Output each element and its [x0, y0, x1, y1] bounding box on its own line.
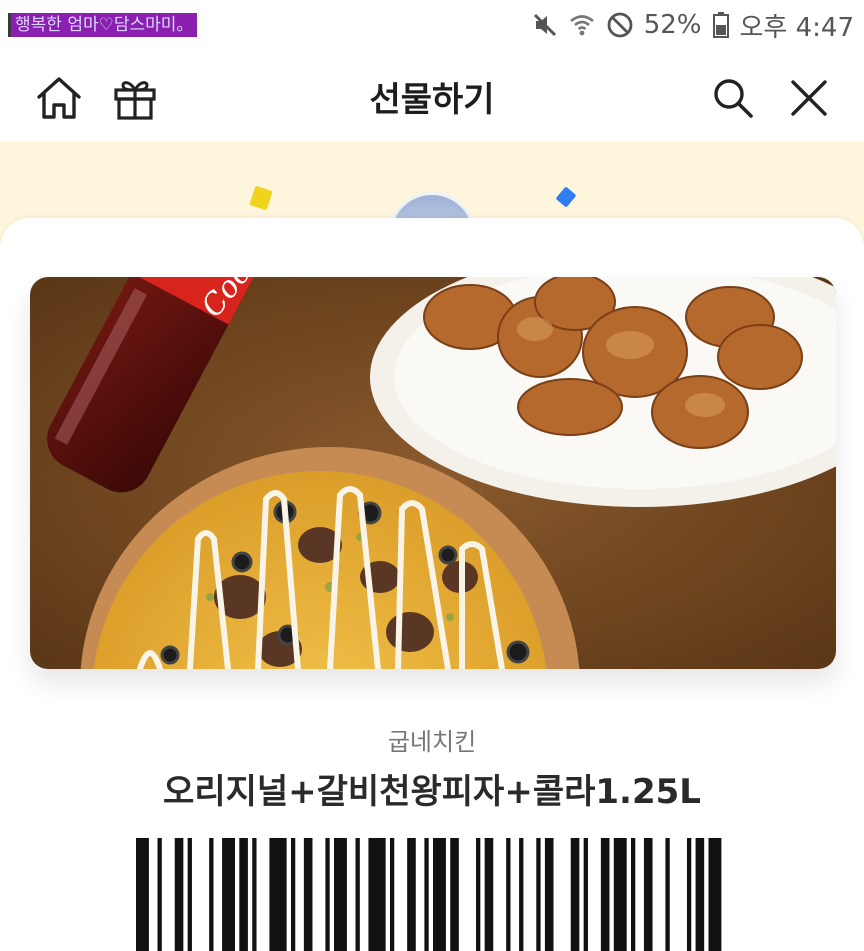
barcode-bar	[355, 838, 360, 951]
barcode-bar	[325, 838, 330, 951]
barcode-bar	[368, 838, 386, 951]
barcode-bar	[209, 838, 214, 951]
product-image: Coca-Cola	[30, 277, 836, 669]
barcode-bar	[600, 838, 610, 951]
brand-name: 굽네치킨	[387, 728, 477, 756]
barcode-bar	[174, 838, 184, 951]
barcode-bar	[450, 838, 459, 951]
barcode-bar	[407, 838, 416, 951]
search-icon	[714, 79, 753, 118]
barcode-bar	[544, 838, 554, 951]
barcode-bar	[136, 838, 149, 951]
barcode-bar	[424, 838, 429, 951]
barcode-bar	[686, 838, 692, 951]
barcode-bar	[269, 838, 287, 951]
battery-icon	[712, 11, 730, 39]
product-name: 오리지널+갈비천왕피자+콜라1.25L	[163, 772, 701, 812]
barcode-bar	[303, 838, 313, 951]
barcode-bar	[643, 838, 653, 951]
close-icon	[791, 80, 827, 116]
barcode-bar	[506, 838, 511, 951]
barcode-bar	[290, 838, 296, 951]
barcode-bar	[583, 838, 588, 951]
barcode-bar	[570, 838, 580, 951]
barcode-bar	[665, 838, 670, 951]
status-icons: 52% 오후 4:47	[532, 8, 855, 43]
barcode-bar	[433, 838, 446, 951]
barcode-bar	[631, 838, 636, 951]
mute-icon	[532, 12, 558, 38]
barcode-bar	[536, 838, 541, 951]
battery-percent: 52%	[643, 10, 702, 40]
status-bar: 행복한 엄마♡담스마미。 52% 오후 4:47	[0, 0, 864, 50]
barcode-bar	[519, 838, 524, 951]
barcode-bar	[252, 838, 257, 951]
wifi-icon	[568, 11, 596, 39]
barcode-bar	[389, 838, 395, 951]
close-button[interactable]	[784, 73, 834, 123]
barcode-bar	[157, 838, 162, 951]
barcode-bar	[613, 838, 627, 951]
barcode-bar	[334, 838, 347, 951]
barcode-bar	[222, 838, 235, 951]
barcode-bar	[708, 838, 722, 951]
barcode	[136, 838, 722, 951]
app-header: 선물하기	[0, 50, 864, 142]
barcode-bar	[695, 838, 705, 951]
barcode-bar	[187, 838, 192, 951]
barcode-bar	[239, 838, 248, 951]
search-button[interactable]	[708, 73, 758, 123]
barcode-bar	[476, 838, 481, 951]
do-not-disturb-icon	[606, 11, 634, 39]
clock: 오후 4:47	[739, 12, 855, 43]
barcode-bar	[484, 838, 494, 951]
carrier-label: 행복한 엄마♡담스마미。	[8, 13, 198, 37]
